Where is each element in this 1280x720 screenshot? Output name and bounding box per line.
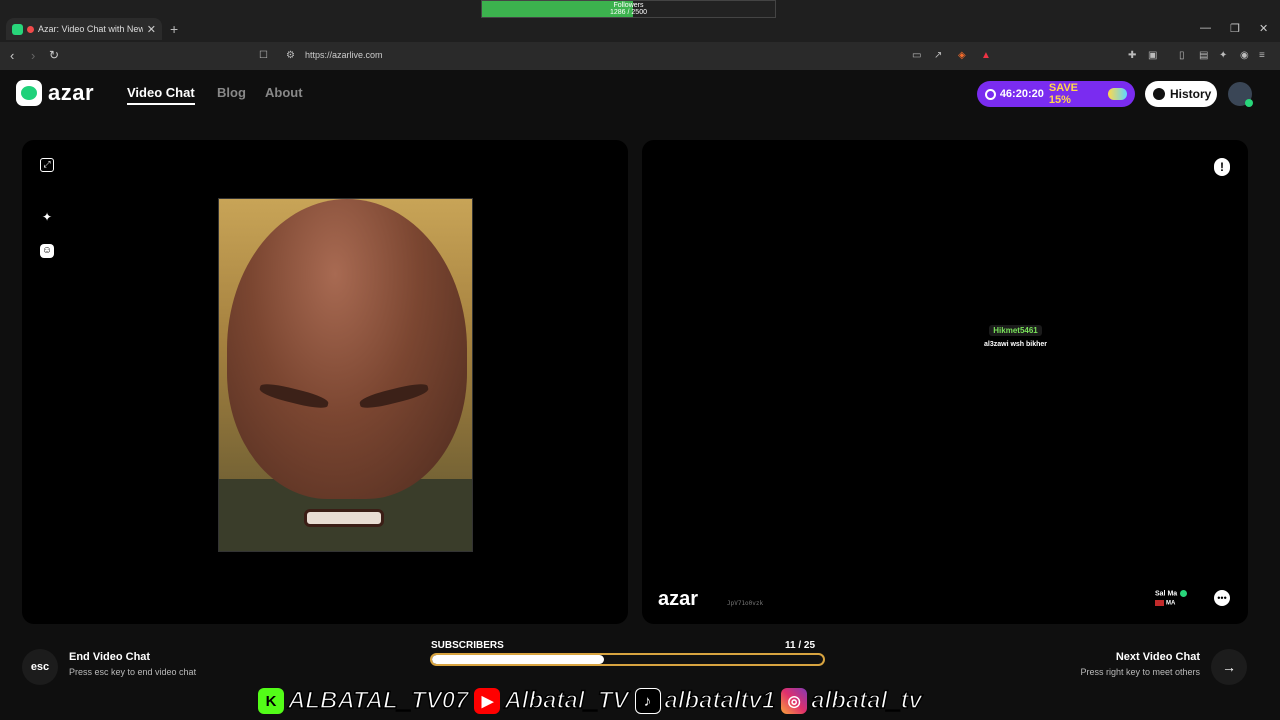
partner-name: Sal Ma	[1155, 590, 1188, 597]
wallet-icon[interactable]: ▣	[1148, 50, 1157, 61]
chat-bubble-icon[interactable]: •••	[1214, 590, 1230, 606]
end-chat-button[interactable]: esc	[22, 649, 58, 685]
user-avatar[interactable]	[1228, 82, 1253, 107]
partner-country: MA	[1155, 600, 1175, 607]
chat-username: Hikmet5461	[989, 325, 1042, 336]
url-field[interactable]: https://azarlive.com	[305, 50, 383, 60]
youtube-handle: Albatal_TV	[504, 686, 630, 715]
azar-logo-icon	[16, 80, 42, 106]
expand-icon[interactable]: ⤢	[40, 158, 54, 172]
report-shield-icon[interactable]: !	[1214, 158, 1230, 176]
site-info-icon[interactable]: ⚙	[286, 50, 295, 61]
leo-icon[interactable]: ✦	[1219, 50, 1227, 61]
my-video-panel: ⤢ ✦ ☺	[22, 140, 628, 624]
watermark-logo: azar	[658, 588, 699, 610]
face-filter-icon[interactable]: ☺	[40, 244, 54, 258]
followers-goal-bar: Followers 1286 / 2500	[481, 0, 776, 18]
morocco-flag-icon	[1155, 600, 1164, 606]
share-icon[interactable]: ↗	[934, 50, 942, 61]
tiktok-icon: ♪	[634, 688, 661, 714]
cast-icon[interactable]: ▭	[912, 50, 921, 61]
azar-page: azar Video Chat Blog About 46:20:20 SAVE…	[0, 70, 1280, 720]
history-button[interactable]: History	[1145, 81, 1217, 107]
vpn-icon[interactable]: ◉	[1240, 50, 1249, 61]
brave-shield-icon[interactable]: ◈	[958, 50, 966, 61]
history-label: History	[1170, 87, 1212, 101]
end-chat-title: End Video Chat	[69, 651, 151, 663]
browser-address-bar: ‹ › ↻ ☐ ⚙ https://azarlive.com ▭ ↗ ◈ ▲ ✚…	[0, 42, 1280, 70]
watermark-id: JpV71o0vzk	[727, 600, 764, 607]
restore-icon[interactable]: ❐	[1230, 22, 1240, 35]
nav-blog[interactable]: Blog	[217, 85, 246, 100]
youtube-icon: ▶	[474, 688, 501, 714]
tab-title: Azar: Video Chat with New Pe	[38, 24, 143, 34]
gems-icon	[1107, 88, 1127, 100]
close-window-icon[interactable]: ✕	[1259, 22, 1268, 35]
chat-text: al3zawi wsh bikher	[984, 341, 1048, 348]
face-image	[227, 199, 467, 499]
next-chat-title: Next Video Chat	[1115, 651, 1200, 663]
azar-logo[interactable]: azar	[16, 80, 94, 106]
tabs-icon[interactable]: ▤	[1199, 50, 1208, 61]
close-tab-icon[interactable]: ✕	[147, 23, 156, 36]
recording-icon	[27, 25, 34, 33]
menu-icon[interactable]: ≡	[1259, 50, 1265, 61]
subscribers-progress-fill	[432, 655, 605, 664]
extensions-icon[interactable]: ✚	[1128, 50, 1136, 61]
next-chat-hint: Press right key to meet others	[1080, 667, 1200, 677]
rewards-icon[interactable]: ▲	[981, 50, 991, 61]
nav-about[interactable]: About	[265, 85, 303, 100]
history-icon	[1153, 88, 1165, 100]
minimize-icon[interactable]: —	[1200, 22, 1211, 34]
logo-text: azar	[48, 80, 95, 105]
magic-wand-icon[interactable]: ✦	[40, 210, 54, 224]
my-camera-feed	[218, 198, 473, 552]
subscribers-goal-bar	[430, 653, 825, 666]
instagram-icon: ◎	[781, 688, 808, 714]
clock-icon	[985, 88, 996, 100]
social-handles-overlay: K ALBATAL_TV07 ▶ Albatal_TV ♪ albataltv1…	[258, 684, 928, 718]
reload-icon[interactable]: ↻	[49, 48, 59, 62]
verified-icon	[1180, 590, 1188, 597]
forward-icon[interactable]: ›	[31, 48, 35, 63]
kick-handle: ALBATAL_TV07	[287, 686, 469, 715]
chat-message: Hikmet5461 al3zawi wsh bikher	[984, 320, 1047, 348]
tiktok-handle: albataltv1	[664, 686, 776, 715]
subscribers-count: 11 / 25	[785, 640, 816, 651]
promo-timer: 46:20:20	[999, 88, 1044, 100]
sidebar-icon[interactable]: ▯	[1179, 50, 1185, 61]
followers-count: 1286 / 2500	[610, 9, 647, 16]
back-icon[interactable]: ‹	[10, 48, 14, 63]
new-tab-button[interactable]: +	[170, 21, 178, 37]
promo-button[interactable]: 46:20:20 SAVE 15%	[977, 81, 1135, 107]
kick-icon: K	[258, 688, 284, 714]
partner-video-panel: ! Hikmet5461 al3zawi wsh bikher azar JpV…	[642, 140, 1248, 624]
nav-video-chat[interactable]: Video Chat	[127, 85, 195, 105]
followers-label: Followers	[613, 2, 644, 9]
promo-save: SAVE 15%	[1048, 82, 1078, 106]
bookmark-icon[interactable]: ☐	[259, 50, 268, 61]
instagram-handle: albatal_tv	[810, 686, 922, 715]
subscribers-label: SUBSCRIBERS	[431, 640, 504, 651]
end-chat-hint: Press esc key to end video chat	[69, 667, 197, 677]
next-chat-button[interactable]: →	[1211, 649, 1247, 685]
browser-tab[interactable]: Azar: Video Chat with New Pe ✕	[6, 18, 162, 40]
azar-favicon-icon	[12, 23, 23, 35]
